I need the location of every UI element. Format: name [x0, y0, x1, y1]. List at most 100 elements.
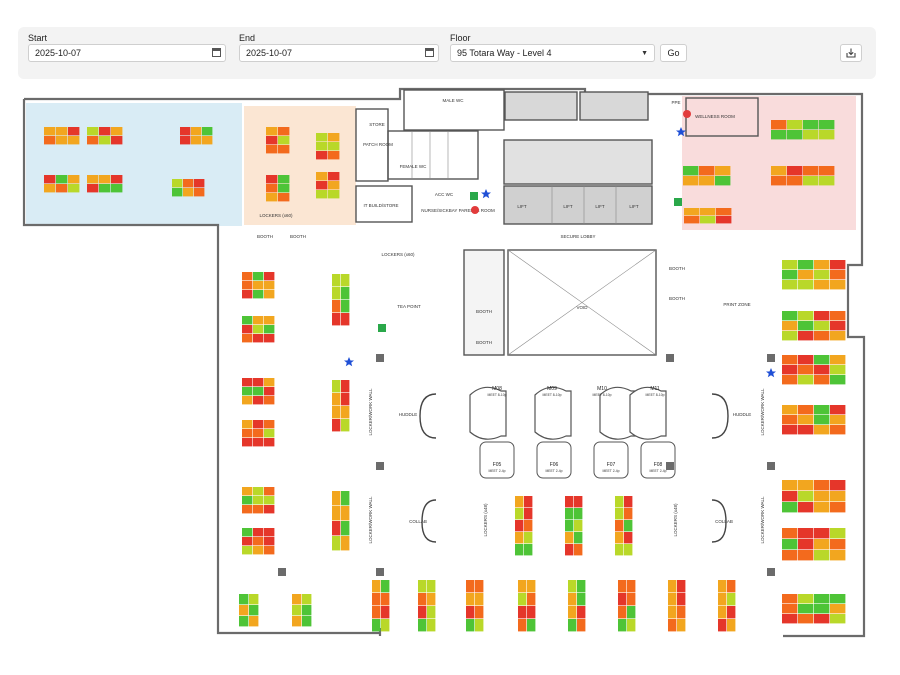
desk-cell[interactable]	[332, 313, 341, 326]
desk-cell[interactable]	[264, 505, 275, 514]
desk-cell[interactable]	[668, 580, 677, 593]
desk-cell[interactable]	[518, 619, 527, 632]
desk-cell[interactable]	[242, 281, 253, 290]
desk-cell[interactable]	[830, 311, 846, 321]
desk-cell[interactable]	[341, 491, 350, 506]
desk-cell[interactable]	[466, 606, 475, 619]
desk-cell[interactable]	[798, 594, 814, 604]
desk-cell[interactable]	[819, 120, 835, 130]
desk-cell[interactable]	[716, 208, 732, 216]
desk-cell[interactable]	[814, 415, 830, 425]
desk-cell[interactable]	[782, 260, 798, 270]
desk-cell[interactable]	[798, 550, 814, 561]
desk-cell[interactable]	[253, 334, 264, 343]
desk-cell[interactable]	[814, 539, 830, 550]
desk-cell[interactable]	[518, 593, 527, 606]
desk-cell[interactable]	[68, 184, 80, 193]
desk-cell[interactable]	[814, 502, 830, 513]
desk-cell[interactable]	[798, 270, 814, 280]
desk-cell[interactable]	[565, 544, 574, 556]
desk-cell[interactable]	[830, 365, 846, 375]
desk-cell[interactable]	[618, 593, 627, 606]
desk-cell[interactable]	[814, 528, 830, 539]
desk-cell[interactable]	[87, 175, 99, 184]
desk-cell[interactable]	[515, 520, 524, 532]
desk-cell[interactable]	[381, 580, 390, 593]
desk-cell[interactable]	[527, 606, 536, 619]
desk-cell[interactable]	[814, 550, 830, 561]
desk-cell[interactable]	[798, 491, 814, 502]
desk-cell[interactable]	[782, 331, 798, 341]
desk-cell[interactable]	[253, 272, 264, 281]
desk-cell[interactable]	[278, 136, 290, 145]
desk-cell[interactable]	[427, 580, 436, 593]
desk-cell[interactable]	[782, 280, 798, 290]
desk-cell[interactable]	[830, 260, 846, 270]
desk-cell[interactable]	[253, 438, 264, 447]
desk-cell[interactable]	[798, 614, 814, 624]
desk-cell[interactable]	[787, 130, 803, 140]
desk-cell[interactable]	[718, 580, 727, 593]
desk-cell[interactable]	[239, 594, 249, 605]
desk-cell[interactable]	[242, 420, 253, 429]
desk-cell[interactable]	[515, 508, 524, 520]
desk-cell[interactable]	[302, 594, 312, 605]
desk-cell[interactable]	[475, 593, 484, 606]
desk-cell[interactable]	[819, 176, 835, 186]
desk-cell[interactable]	[830, 425, 846, 435]
desk-cell[interactable]	[316, 172, 328, 181]
desk-cell[interactable]	[782, 539, 798, 550]
desk-cell[interactable]	[316, 181, 328, 190]
desk-cell[interactable]	[568, 619, 577, 632]
desk-cell[interactable]	[798, 539, 814, 550]
desk-cell[interactable]	[565, 508, 574, 520]
desk-cell[interactable]	[253, 396, 264, 405]
desk-cell[interactable]	[427, 606, 436, 619]
desk-cell[interactable]	[99, 184, 111, 193]
desk-cell[interactable]	[771, 120, 787, 130]
desk-cell[interactable]	[328, 133, 340, 142]
desk-cell[interactable]	[683, 166, 699, 176]
desk-cell[interactable]	[418, 606, 427, 619]
desk-cell[interactable]	[668, 606, 677, 619]
desk-cell[interactable]	[627, 593, 636, 606]
desk-cell[interactable]	[715, 176, 731, 186]
desk-cell[interactable]	[191, 127, 202, 136]
desk-cell[interactable]	[253, 505, 264, 514]
desk-cell[interactable]	[524, 520, 533, 532]
desk-cell[interactable]	[574, 496, 583, 508]
desk-cell[interactable]	[249, 616, 259, 627]
desk-cell[interactable]	[683, 176, 699, 186]
desk-cell[interactable]	[475, 619, 484, 632]
desk-cell[interactable]	[111, 184, 123, 193]
desk-cell[interactable]	[278, 193, 290, 202]
desk-cell[interactable]	[180, 127, 191, 136]
desk-cell[interactable]	[819, 166, 835, 176]
desk-cell[interactable]	[814, 491, 830, 502]
desk-cell[interactable]	[332, 506, 341, 521]
desk-cell[interactable]	[668, 593, 677, 606]
desk-cell[interactable]	[830, 321, 846, 331]
desk-cell[interactable]	[266, 175, 278, 184]
desk-cell[interactable]	[782, 365, 798, 375]
desk-cell[interactable]	[264, 387, 275, 396]
desk-cell[interactable]	[253, 487, 264, 496]
desk-cell[interactable]	[264, 325, 275, 334]
desk-cell[interactable]	[803, 120, 819, 130]
desk-cell[interactable]	[798, 331, 814, 341]
desk-cell[interactable]	[565, 532, 574, 544]
desk-cell[interactable]	[814, 260, 830, 270]
desk-cell[interactable]	[718, 593, 727, 606]
desk-cell[interactable]	[44, 175, 56, 184]
desk-cell[interactable]	[798, 321, 814, 331]
desk-cell[interactable]	[242, 496, 253, 505]
desk-cell[interactable]	[782, 415, 798, 425]
desk-cell[interactable]	[624, 496, 633, 508]
desk-cell[interactable]	[264, 438, 275, 447]
desk-cell[interactable]	[577, 619, 586, 632]
desk-cell[interactable]	[771, 176, 787, 186]
desk-cell[interactable]	[56, 136, 68, 145]
desk-cell[interactable]	[618, 619, 627, 632]
desk-cell[interactable]	[615, 496, 624, 508]
desk-cell[interactable]	[787, 176, 803, 186]
